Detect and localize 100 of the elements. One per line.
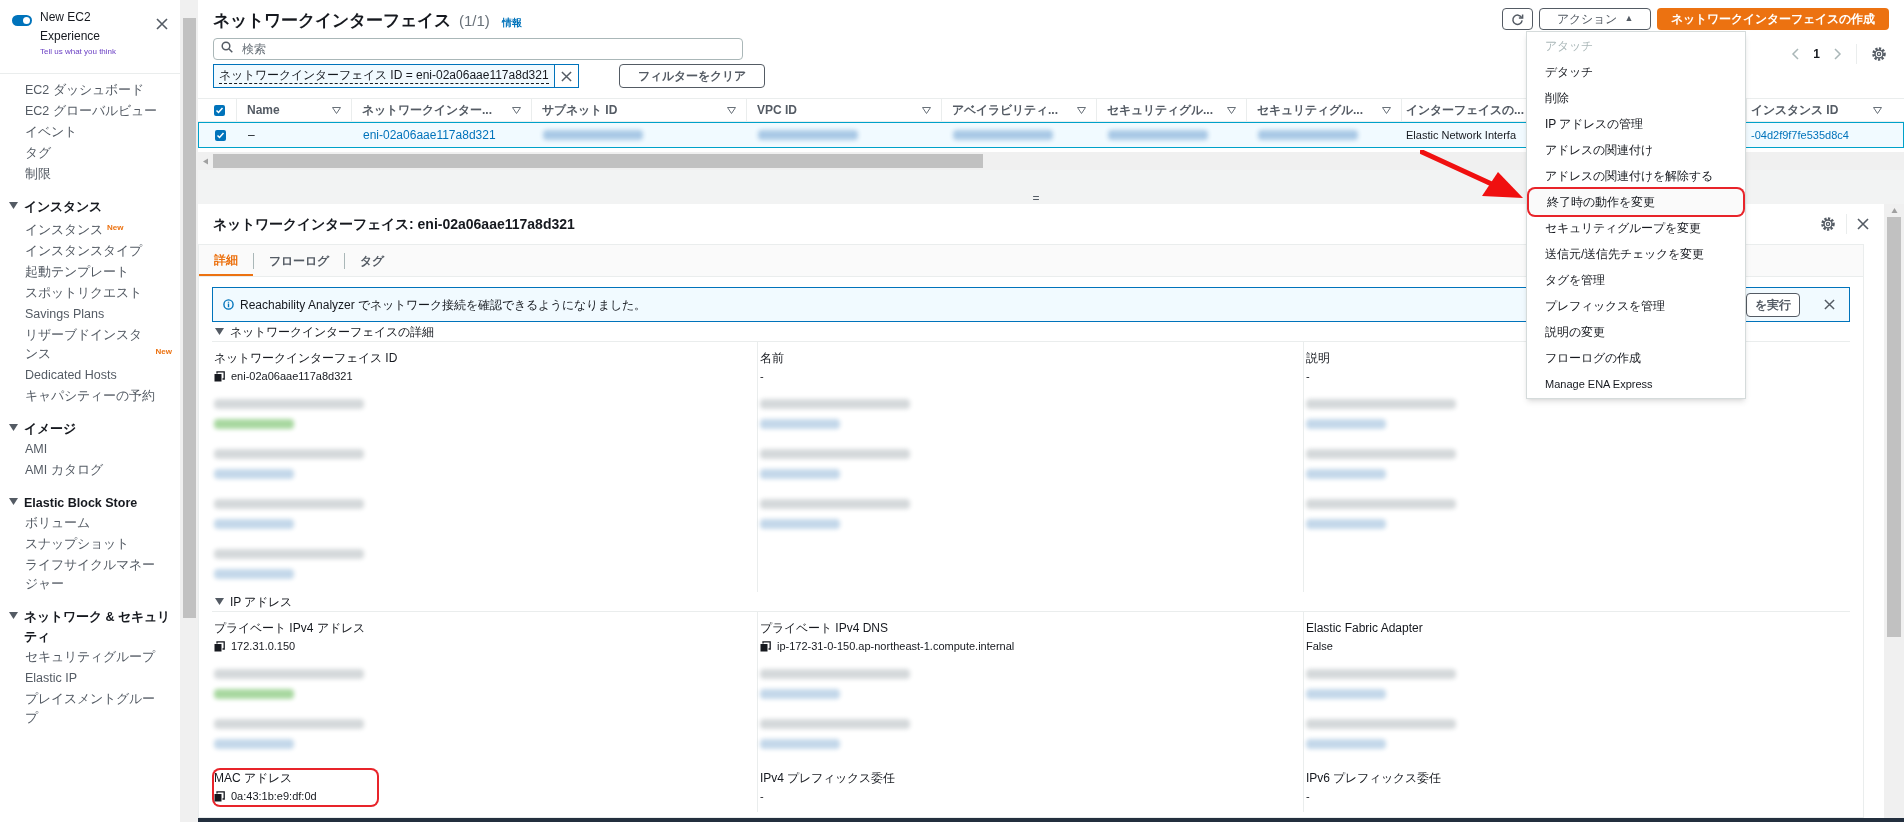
page-title: ネットワークインターフェイス bbox=[213, 10, 451, 32]
section-heading[interactable]: Elastic Block Store bbox=[24, 493, 138, 513]
section-heading[interactable]: インスタンス bbox=[24, 197, 102, 217]
column-header[interactable]: ネットワークインター... bbox=[362, 101, 504, 119]
nav-link[interactable]: リザーブドインスタンス bbox=[25, 326, 152, 364]
settings-icon[interactable] bbox=[1820, 216, 1836, 232]
nav-link[interactable]: スポットリクエスト bbox=[25, 284, 142, 303]
field-label: 名前 bbox=[760, 350, 784, 366]
section-heading[interactable]: ネットワーク & セキュリティ bbox=[24, 607, 172, 647]
nav-link[interactable]: 制限 bbox=[25, 165, 51, 184]
menu-item[interactable]: プレフィックスを管理 bbox=[1527, 293, 1745, 319]
field-label: 説明 bbox=[1306, 350, 1330, 366]
menu-item[interactable]: 送信元/送信先チェックを変更 bbox=[1527, 241, 1745, 267]
vertical-scrollbar[interactable] bbox=[1884, 204, 1904, 818]
menu-item[interactable]: 削除 bbox=[1527, 85, 1745, 111]
nav-link[interactable]: EC2 グローバルビュー bbox=[25, 102, 157, 121]
nav-link[interactable]: イベント bbox=[25, 123, 77, 142]
copy-icon[interactable] bbox=[214, 790, 225, 802]
run-button[interactable]: を実行 bbox=[1746, 292, 1800, 317]
column-header[interactable]: サブネット ID bbox=[542, 101, 719, 119]
field-value: - bbox=[760, 789, 764, 803]
field-label: MAC アドレス bbox=[214, 770, 293, 786]
detail-title: ネットワークインターフェイス: eni-02a06aae117a8d321 bbox=[213, 214, 575, 234]
page-number[interactable]: 1 bbox=[1813, 45, 1820, 63]
nav-link[interactable]: タグ bbox=[25, 144, 51, 163]
column-header[interactable]: インターフェイスの... bbox=[1406, 101, 1524, 119]
search-field[interactable]: 検索 bbox=[213, 38, 743, 60]
caret-icon bbox=[215, 598, 224, 605]
menu-item[interactable]: フローログの作成 bbox=[1527, 345, 1745, 371]
nav-link[interactable]: キャパシティーの予約 bbox=[25, 387, 155, 406]
sort-icon[interactable] bbox=[512, 106, 521, 114]
nav-link[interactable]: セキュリティグループ bbox=[25, 648, 155, 667]
nav-link[interactable]: インスタンスタイプ bbox=[25, 242, 142, 261]
new-label: New bbox=[155, 346, 172, 358]
field-label: IPv6 プレフィックス委任 bbox=[1306, 770, 1442, 786]
table-link[interactable]: eni-02a06aae117a8d321 bbox=[363, 126, 496, 144]
sort-icon[interactable] bbox=[1382, 106, 1391, 114]
settings-icon[interactable] bbox=[1871, 46, 1887, 62]
column-header[interactable]: セキュリティグル... bbox=[1107, 101, 1219, 119]
remove-filter-button[interactable] bbox=[554, 64, 579, 88]
field-value: False bbox=[1306, 639, 1333, 653]
menu-item[interactable]: 説明の変更 bbox=[1527, 319, 1745, 345]
select-all-checkbox[interactable] bbox=[213, 104, 225, 116]
experience-label: New EC2 Experience bbox=[40, 9, 102, 45]
nav-link[interactable]: AMI bbox=[25, 440, 48, 459]
feedback-link[interactable]: Tell us what you think bbox=[40, 46, 148, 58]
close-icon bbox=[560, 70, 572, 82]
field-label: Elastic Fabric Adapter bbox=[1306, 620, 1423, 636]
nav-link[interactable]: スナップショット bbox=[25, 535, 129, 554]
copy-icon[interactable] bbox=[214, 370, 225, 382]
field-value: 0a:43:1b:e9:df:0d bbox=[231, 789, 317, 803]
clear-filters-button[interactable]: フィルターをクリア bbox=[618, 64, 765, 88]
nav-link[interactable]: プレイスメントグループ bbox=[25, 690, 165, 728]
copy-icon[interactable] bbox=[214, 640, 225, 652]
field-value: - bbox=[1306, 789, 1310, 803]
menu-item[interactable]: デタッチ bbox=[1527, 59, 1745, 85]
column-header[interactable]: VPC ID bbox=[757, 101, 914, 119]
sort-icon[interactable] bbox=[1077, 106, 1086, 114]
actions-button[interactable]: アクション ▲ bbox=[1539, 8, 1651, 30]
info-icon bbox=[223, 299, 234, 310]
nav-link[interactable]: EC2 ダッシュボード bbox=[25, 81, 144, 100]
column-header[interactable]: インスタンス ID bbox=[1751, 101, 1865, 119]
refresh-button[interactable] bbox=[1502, 8, 1533, 30]
sort-icon[interactable] bbox=[727, 106, 736, 114]
section-heading[interactable]: IP アドレス bbox=[230, 592, 293, 611]
nav-link[interactable]: ボリューム bbox=[25, 514, 90, 533]
sort-icon[interactable] bbox=[332, 106, 341, 114]
toggle-switch[interactable] bbox=[12, 15, 32, 26]
nav-link[interactable]: 起動テンプレート bbox=[25, 263, 129, 282]
menu-item[interactable]: 終了時の動作を変更 bbox=[1529, 189, 1743, 215]
close-icon[interactable] bbox=[156, 18, 168, 30]
tab[interactable]: フローログ bbox=[254, 245, 344, 276]
column-header[interactable]: アベイラビリティ... bbox=[952, 101, 1069, 119]
nav-link[interactable]: AMI カタログ bbox=[25, 461, 103, 480]
resize-handle[interactable]: = bbox=[1032, 192, 1040, 204]
sort-icon[interactable] bbox=[922, 106, 931, 114]
info-link[interactable]: 情報 bbox=[501, 15, 522, 30]
nav-link[interactable]: インスタンス bbox=[25, 221, 103, 240]
section-heading[interactable]: ネットワークインターフェイスの詳細 bbox=[230, 322, 434, 341]
close-icon[interactable] bbox=[1824, 299, 1835, 310]
column-header[interactable]: Name bbox=[247, 101, 324, 119]
nav-link[interactable]: Elastic IP bbox=[25, 669, 78, 688]
tab[interactable]: タグ bbox=[345, 245, 399, 276]
menu-item[interactable]: セキュリティグループを変更 bbox=[1527, 215, 1745, 241]
section-heading[interactable]: イメージ bbox=[24, 419, 76, 439]
column-header[interactable]: セキュリティグル... bbox=[1257, 101, 1374, 119]
nav-link[interactable]: Savings Plans bbox=[25, 305, 105, 324]
menu-item[interactable]: タグを管理 bbox=[1527, 267, 1745, 293]
nav-link[interactable]: ライフサイクルマネージャー bbox=[25, 556, 165, 594]
sort-icon[interactable] bbox=[1227, 106, 1236, 114]
menu-item[interactable]: Manage ENA Express bbox=[1527, 371, 1745, 397]
row-checkbox[interactable] bbox=[214, 129, 226, 141]
filter-token[interactable]: ネットワークインターフェイス ID = eni-02a06aae117a8d321 bbox=[213, 64, 555, 88]
sort-icon[interactable] bbox=[1873, 106, 1882, 114]
nav-link[interactable]: Dedicated Hosts bbox=[25, 366, 117, 385]
menu-item[interactable]: アドレスの関連付けを解除する bbox=[1527, 163, 1745, 189]
copy-icon[interactable] bbox=[760, 640, 771, 652]
close-icon[interactable] bbox=[1857, 218, 1869, 230]
caret-icon bbox=[9, 202, 18, 209]
table-link[interactable]: -04d2f9f7fe535d8c4 bbox=[1751, 126, 1849, 144]
